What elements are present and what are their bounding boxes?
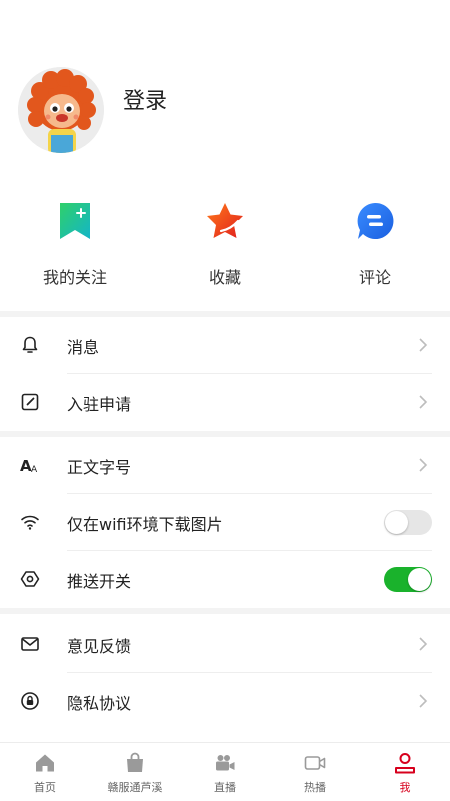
menu-item-wifi-only: 仅在wifi环境下载图片 xyxy=(0,494,450,551)
person-icon xyxy=(395,753,415,774)
lock-icon xyxy=(21,692,39,710)
bookmark-icon xyxy=(60,203,90,239)
my-follows-button[interactable]: 我的关注 xyxy=(0,195,150,288)
chevron-right-icon xyxy=(419,458,428,472)
chevron-right-icon xyxy=(419,338,428,352)
mail-icon xyxy=(21,637,39,651)
tab-label: 热播 xyxy=(304,781,326,794)
tab-hot[interactable]: 热播 xyxy=(270,743,360,801)
bottom-tab-bar: 首页 赣服通芦溪 直播 热播 我 xyxy=(0,742,450,801)
avatar[interactable] xyxy=(18,67,104,153)
wifi-only-toggle[interactable] xyxy=(384,510,432,535)
tab-label: 首页 xyxy=(34,781,56,794)
bag-icon xyxy=(127,752,143,772)
profile-header: 登录 xyxy=(0,0,450,190)
menu-label: 入驻申请 xyxy=(67,395,132,414)
menu-label: 消息 xyxy=(67,338,100,357)
lion-mascot-icon xyxy=(18,67,104,153)
menu-item-push: 推送开关 xyxy=(0,551,450,608)
home-icon xyxy=(36,754,54,772)
menu-label: 正文字号 xyxy=(67,458,132,477)
svg-text:A: A xyxy=(31,465,38,475)
menu-label: 推送开关 xyxy=(67,572,132,591)
menu-item-font-size[interactable]: A A 正文字号 xyxy=(0,437,450,494)
tab-gft-luxi[interactable]: 赣服通芦溪 xyxy=(90,743,180,801)
tab-live[interactable]: 直播 xyxy=(180,743,270,801)
menu-item-apply[interactable]: 入驻申请 xyxy=(0,374,450,431)
toggle-knob xyxy=(385,511,408,534)
tab-label: 我 xyxy=(399,781,411,794)
tab-home[interactable]: 首页 xyxy=(0,743,90,801)
chevron-right-icon xyxy=(419,637,428,651)
tab-label: 赣服通芦溪 xyxy=(107,781,163,794)
menu-label: 仅在wifi环境下载图片 xyxy=(67,515,223,534)
toggle-knob xyxy=(408,568,431,591)
menu-label: 意见反馈 xyxy=(67,637,132,656)
login-link[interactable]: 登录 xyxy=(123,83,167,115)
quick-actions: 我的关注 收藏 评论 xyxy=(0,195,450,310)
favorites-label: 收藏 xyxy=(208,268,241,287)
edit-icon xyxy=(21,393,39,411)
bell-icon xyxy=(22,336,38,353)
comments-label: 评论 xyxy=(358,268,391,287)
wifi-icon xyxy=(21,515,39,530)
menu-label: 隐私协议 xyxy=(67,694,132,713)
tab-me[interactable]: 我 xyxy=(360,743,450,801)
push-toggle[interactable] xyxy=(384,567,432,592)
chevron-right-icon xyxy=(419,395,428,409)
chevron-right-icon xyxy=(419,694,428,708)
camcorder-icon xyxy=(304,756,326,770)
tab-label: 直播 xyxy=(214,781,236,794)
push-hexagon-icon xyxy=(20,571,40,587)
font-size-icon: A A xyxy=(20,457,38,475)
comments-button[interactable]: 评论 xyxy=(300,195,450,288)
menu-item-messages[interactable]: 消息 xyxy=(0,317,450,374)
section-divider xyxy=(0,608,450,614)
my-follows-label: 我的关注 xyxy=(42,268,107,287)
menu-item-privacy[interactable]: 隐私协议 xyxy=(0,673,450,730)
star-icon xyxy=(207,203,243,238)
video-camera-icon xyxy=(216,755,235,771)
comment-icon xyxy=(357,202,394,239)
favorites-button[interactable]: 收藏 xyxy=(150,195,300,288)
menu-item-feedback[interactable]: 意见反馈 xyxy=(0,616,450,673)
